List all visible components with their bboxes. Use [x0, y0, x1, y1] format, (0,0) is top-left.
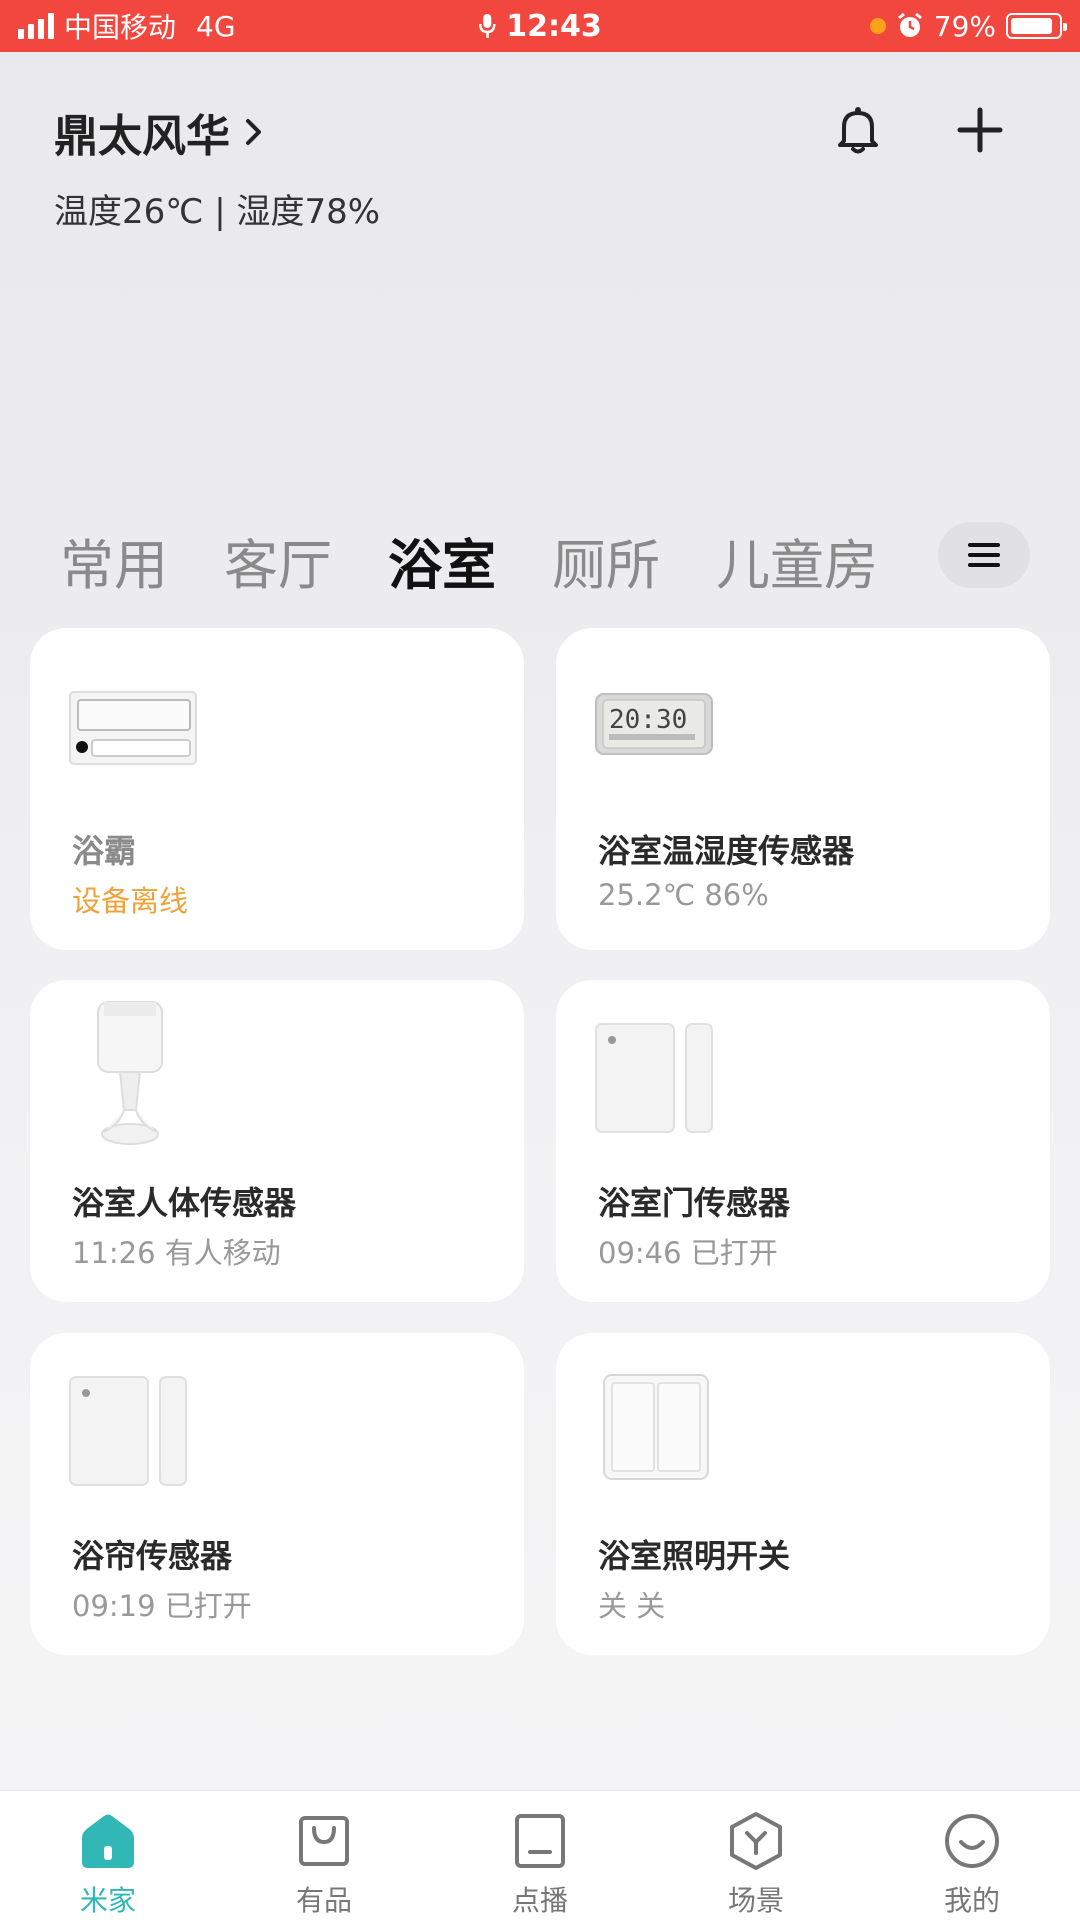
- hamburger-icon: [968, 543, 1000, 567]
- signal-icon: [18, 13, 54, 39]
- room-menu-button[interactable]: [938, 522, 1030, 588]
- device-name: 浴帘传感器: [72, 1537, 233, 1575]
- smile-icon: [945, 1814, 999, 1868]
- bottom-nav: 米家 有品 点播 场景 我的: [0, 1790, 1080, 1920]
- thermo-hygrometer-icon: 20:30: [595, 693, 713, 755]
- alarm-icon: [897, 12, 922, 37]
- nav-label: 点播: [511, 1884, 568, 1917]
- climate-summary: 温度26℃ | 湿度78%: [54, 192, 381, 232]
- tab-toilet[interactable]: 厕所: [552, 521, 660, 600]
- nav-scene[interactable]: 场景: [648, 1791, 864, 1920]
- device-card-curtain-sensor[interactable]: 浴帘传感器 09:19 已打开: [30, 1333, 524, 1655]
- device-status: 09:46 已打开: [598, 1236, 778, 1270]
- nav-profile[interactable]: 我的: [864, 1791, 1080, 1920]
- device-status: 09:19 已打开: [72, 1589, 252, 1623]
- device-name: 浴霸: [72, 832, 137, 870]
- device-card-motion-sensor[interactable]: 浴室人体传感器 11:26 有人移动: [30, 980, 524, 1302]
- recording-dot-icon: [869, 18, 886, 34]
- double-switch-icon: [603, 1374, 709, 1480]
- home-icon: [82, 1814, 134, 1868]
- nav-label: 有品: [295, 1884, 352, 1917]
- battery-icon: [1006, 13, 1067, 39]
- device-status: 25.2℃ 86%: [598, 878, 769, 912]
- device-card-thermo-hygrometer[interactable]: 20:30 浴室温湿度传感器 25.2℃ 86%: [556, 628, 1050, 950]
- chevron-right-icon: [246, 119, 261, 145]
- microphone-icon: [479, 14, 496, 38]
- status-bar: 中国移动 4G 12:43 79%: [0, 0, 1080, 52]
- device-status: 11:26 有人移动: [72, 1236, 281, 1270]
- tab-changyong[interactable]: 常用: [60, 521, 168, 600]
- device-name: 浴室照明开关: [598, 1537, 791, 1575]
- device-card-door-sensor[interactable]: 浴室门传感器 09:46 已打开: [556, 980, 1050, 1302]
- motion-sensor-icon: [97, 1001, 163, 1145]
- device-name: 浴室人体传感器: [72, 1184, 297, 1222]
- home-selector[interactable]: 鼎太风华: [54, 100, 264, 164]
- bath-heater-icon: [69, 691, 197, 765]
- room-tabs: 常用 客厅 浴室 厕所 儿童房: [60, 520, 1030, 600]
- nav-label: 我的: [943, 1884, 1000, 1917]
- network-label: 4G: [196, 9, 236, 43]
- device-status: 关 关: [598, 1589, 666, 1623]
- nav-dianbo[interactable]: 点播: [432, 1791, 648, 1920]
- nav-youpin[interactable]: 有品: [216, 1791, 432, 1920]
- nav-label: 米家: [79, 1884, 136, 1917]
- nav-label: 场景: [727, 1884, 784, 1917]
- home-name: 鼎太风华: [54, 111, 230, 162]
- thermo-display-time: 20:30: [609, 705, 687, 735]
- bell-icon: [838, 107, 878, 154]
- battery-percent: 79%: [933, 9, 996, 43]
- scene-icon: [730, 1812, 782, 1870]
- device-name: 浴室门传感器: [598, 1184, 791, 1222]
- door-sensor-icon: [595, 1023, 713, 1133]
- nav-mijia[interactable]: 米家: [0, 1791, 216, 1920]
- carrier-label: 中国移动: [64, 11, 177, 44]
- device-card-bath-heater[interactable]: 浴霸 设备离线: [30, 628, 524, 950]
- notifications-button[interactable]: [826, 98, 890, 162]
- tab-kids-room[interactable]: 儿童房: [716, 521, 878, 600]
- plus-icon: [957, 107, 1003, 153]
- tablet-icon: [515, 1814, 565, 1868]
- door-sensor-icon: [69, 1376, 187, 1486]
- tab-bathroom[interactable]: 浴室: [388, 521, 496, 600]
- device-name: 浴室温湿度传感器: [598, 832, 855, 870]
- clock: 12:43: [506, 8, 602, 44]
- device-status: 设备离线: [72, 884, 189, 918]
- add-device-button[interactable]: [948, 98, 1012, 162]
- shopping-bag-icon: [299, 1816, 349, 1866]
- tab-living-room[interactable]: 客厅: [224, 521, 332, 600]
- device-card-light-switch[interactable]: 浴室照明开关 关 关: [556, 1333, 1050, 1655]
